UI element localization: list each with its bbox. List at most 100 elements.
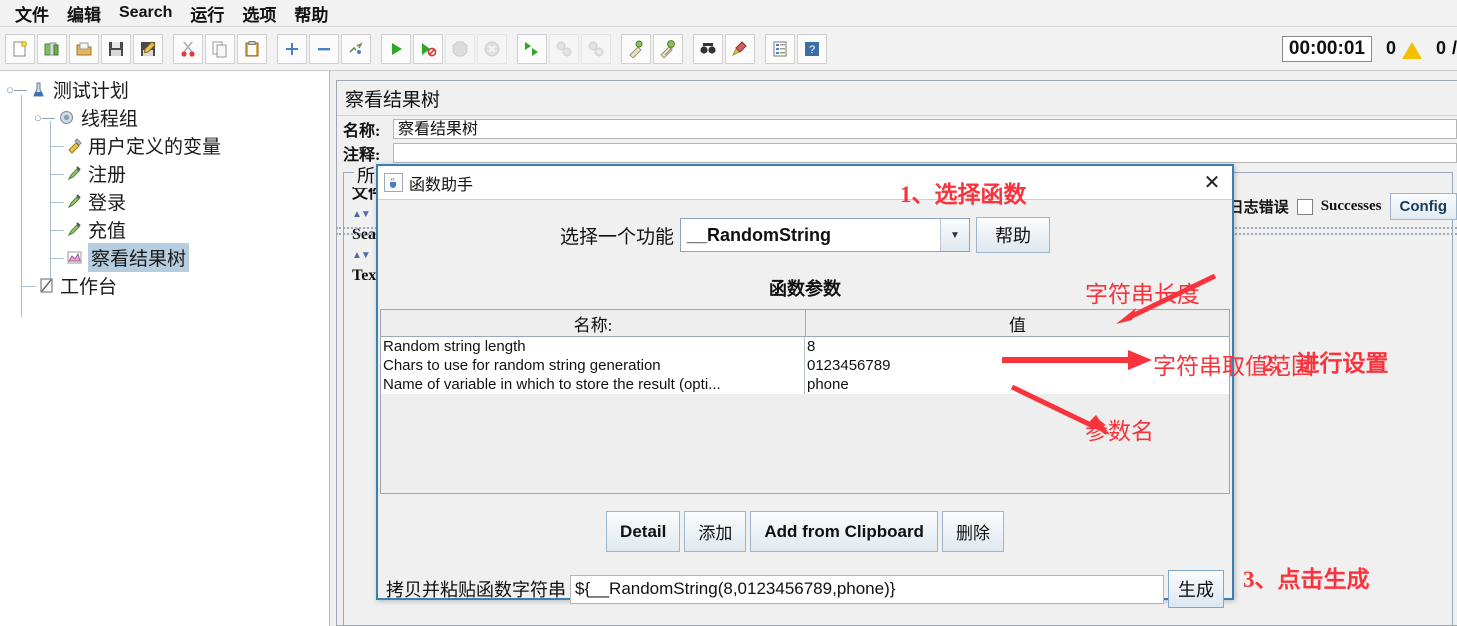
stop-remote-icon[interactable] [549, 33, 579, 64]
copy-icon[interactable] [205, 33, 235, 64]
generate-button[interactable]: 生成 [1168, 570, 1224, 608]
new-icon[interactable] [5, 33, 35, 64]
column-header-value[interactable]: 值 [806, 310, 1229, 336]
param-name-cell: Chars to use for random string generatio… [381, 356, 805, 375]
tree-node-user-variables[interactable]: — 用户定义的变量 [50, 131, 221, 159]
name-input[interactable]: 察看结果树 [393, 119, 1457, 139]
table-row[interactable]: Name of variable in which to store the r… [381, 375, 1229, 394]
comment-field-row: 注释: [337, 142, 1457, 164]
start-icon[interactable] [381, 33, 411, 64]
expand-handle-icon[interactable]: ○— [34, 110, 55, 125]
results-options-bar: 仅日志错误 Successes Config [1214, 193, 1457, 220]
clear-icon[interactable] [621, 33, 651, 64]
function-select-value: __RandomString [687, 224, 832, 245]
table-header-row: 名称: 值 [381, 310, 1229, 337]
save-icon[interactable] [101, 33, 131, 64]
successes-label: Successes [1320, 198, 1382, 214]
tree-label-login: 登录 [88, 192, 127, 214]
table-row[interactable]: Random string length 8 [381, 337, 1229, 356]
function-select[interactable]: __RandomString ▼ [680, 218, 970, 252]
tree-label-view-results-tree: 察看结果树 [88, 242, 190, 272]
warning-triangle-icon [1401, 42, 1422, 59]
spinner-up-down-icon-2[interactable]: ▲▼ [352, 250, 371, 261]
dialog-title: 函数助手 [409, 176, 474, 194]
spinner-up-down-icon[interactable]: ▲▼ [352, 209, 371, 220]
tree-label-test-plan: 测试计划 [52, 80, 129, 102]
param-name-cell: Name of variable in which to store the r… [381, 375, 805, 394]
annotation-step1: 1、选择函数 [900, 182, 1027, 207]
tree-branch-icon: — [50, 193, 64, 209]
tree-label-user-variables: 用户定义的变量 [88, 136, 222, 158]
clear-all-icon[interactable] [653, 33, 683, 64]
search-icon[interactable] [693, 33, 723, 64]
save-as-icon[interactable] [133, 33, 163, 64]
start-no-pauses-icon[interactable] [413, 33, 443, 64]
start-remote-icon[interactable] [517, 33, 547, 64]
tree-label-thread-group: 线程组 [80, 108, 138, 130]
tree-node-test-plan[interactable]: ○— 测试计划 [6, 75, 129, 103]
select-function-label: 选择一个功能 [559, 226, 674, 248]
tree-node-view-results-tree[interactable]: — 察看结果树 [50, 242, 190, 272]
function-select-row: 选择一个功能 __RandomString ▼ 帮助 [378, 217, 1232, 253]
column-header-name[interactable]: 名称: [381, 310, 806, 336]
tree-branch-icon: — [50, 249, 64, 265]
stop-icon[interactable] [445, 33, 475, 64]
shutdown-remote-icon[interactable] [581, 33, 611, 64]
function-params-table: 名称: 值 Random string length 8 Chars to us… [380, 309, 1230, 494]
annotation-string-length: 字符串长度 [1085, 282, 1200, 307]
configure-button[interactable]: Config [1389, 193, 1457, 220]
menu-edit[interactable]: 编辑 [58, 0, 110, 27]
detail-button[interactable]: Detail [606, 511, 681, 552]
collapse-all-icon[interactable] [309, 33, 339, 64]
delete-button[interactable]: 删除 [941, 511, 1004, 552]
tree-node-register[interactable]: — 注册 [50, 159, 126, 187]
param-name-cell: Random string length [381, 337, 805, 356]
tree-label-workbench: 工作台 [60, 276, 118, 298]
dialog-button-row: Detail 添加 Add from Clipboard 删除 [378, 511, 1232, 552]
tree-node-recharge[interactable]: — 充值 [50, 215, 126, 243]
add-button[interactable]: 添加 [684, 511, 747, 552]
copy-paste-row: 拷贝并粘贴函数字符串 ${__RandomString(8,0123456789… [378, 570, 1232, 608]
help-icon[interactable]: ? [797, 33, 827, 64]
expand-all-icon[interactable] [277, 33, 307, 64]
comment-input[interactable] [393, 143, 1457, 163]
function-string-input[interactable]: ${__RandomString(8,0123456789,phone)} [570, 574, 1164, 604]
paste-icon[interactable] [237, 33, 267, 64]
expand-handle-icon[interactable]: ○— [6, 82, 27, 97]
menu-help[interactable]: 帮助 [285, 0, 337, 27]
menu-file[interactable]: 文件 [6, 0, 58, 27]
open-icon[interactable] [69, 33, 99, 64]
test-plan-tree: ○— 测试计划 ○— 线程组 — 用户定义的变量 — 注册 — 登录 — 充值 … [0, 71, 330, 626]
successes-checkbox[interactable] [1296, 198, 1313, 215]
add-from-clipboard-button[interactable]: Add from Clipboard [750, 511, 938, 552]
cut-icon[interactable] [173, 33, 203, 64]
warning-count: 0 [1385, 38, 1396, 58]
java-coffee-icon [384, 173, 403, 192]
tree-label-register: 注册 [88, 164, 127, 186]
chevron-down-icon[interactable]: ▼ [940, 219, 969, 251]
tree-node-login[interactable]: — 登录 [50, 187, 126, 215]
tree-branch-icon: — [22, 277, 36, 293]
toolbar: ? 00:00:01 0 0 / [0, 27, 1457, 71]
help-button[interactable]: 帮助 [976, 217, 1050, 253]
menu-run[interactable]: 运行 [181, 0, 233, 27]
annotation-param-name: 参数名 [1085, 419, 1154, 444]
test-plan-icon [29, 79, 49, 99]
close-icon[interactable]: ✕ [1198, 169, 1226, 197]
menu-options[interactable]: 选项 [233, 0, 285, 27]
function-helper-icon[interactable] [765, 33, 795, 64]
table-row[interactable]: Chars to use for random string generatio… [381, 356, 1229, 375]
http-request-icon [64, 163, 84, 183]
menu-bar: 文件 编辑 Search 运行 选项 帮助 [0, 0, 1457, 27]
tree-node-workbench[interactable]: — 工作台 [22, 271, 117, 299]
jmeter-window: 文件 编辑 Search 运行 选项 帮助 ? 00:00:01 0 0 / ○… [0, 0, 1457, 626]
name-label: 名称: [343, 123, 381, 140]
templates-icon[interactable] [37, 33, 67, 64]
toggle-icon[interactable] [341, 33, 371, 64]
tree-node-thread-group[interactable]: ○— 线程组 [34, 103, 138, 131]
name-field-row: 名称: 察看结果树 [337, 118, 1457, 140]
shutdown-icon[interactable] [477, 33, 507, 64]
reset-search-icon[interactable] [725, 33, 755, 64]
error-count: 0 [1435, 38, 1446, 58]
menu-search[interactable]: Search [110, 3, 181, 23]
